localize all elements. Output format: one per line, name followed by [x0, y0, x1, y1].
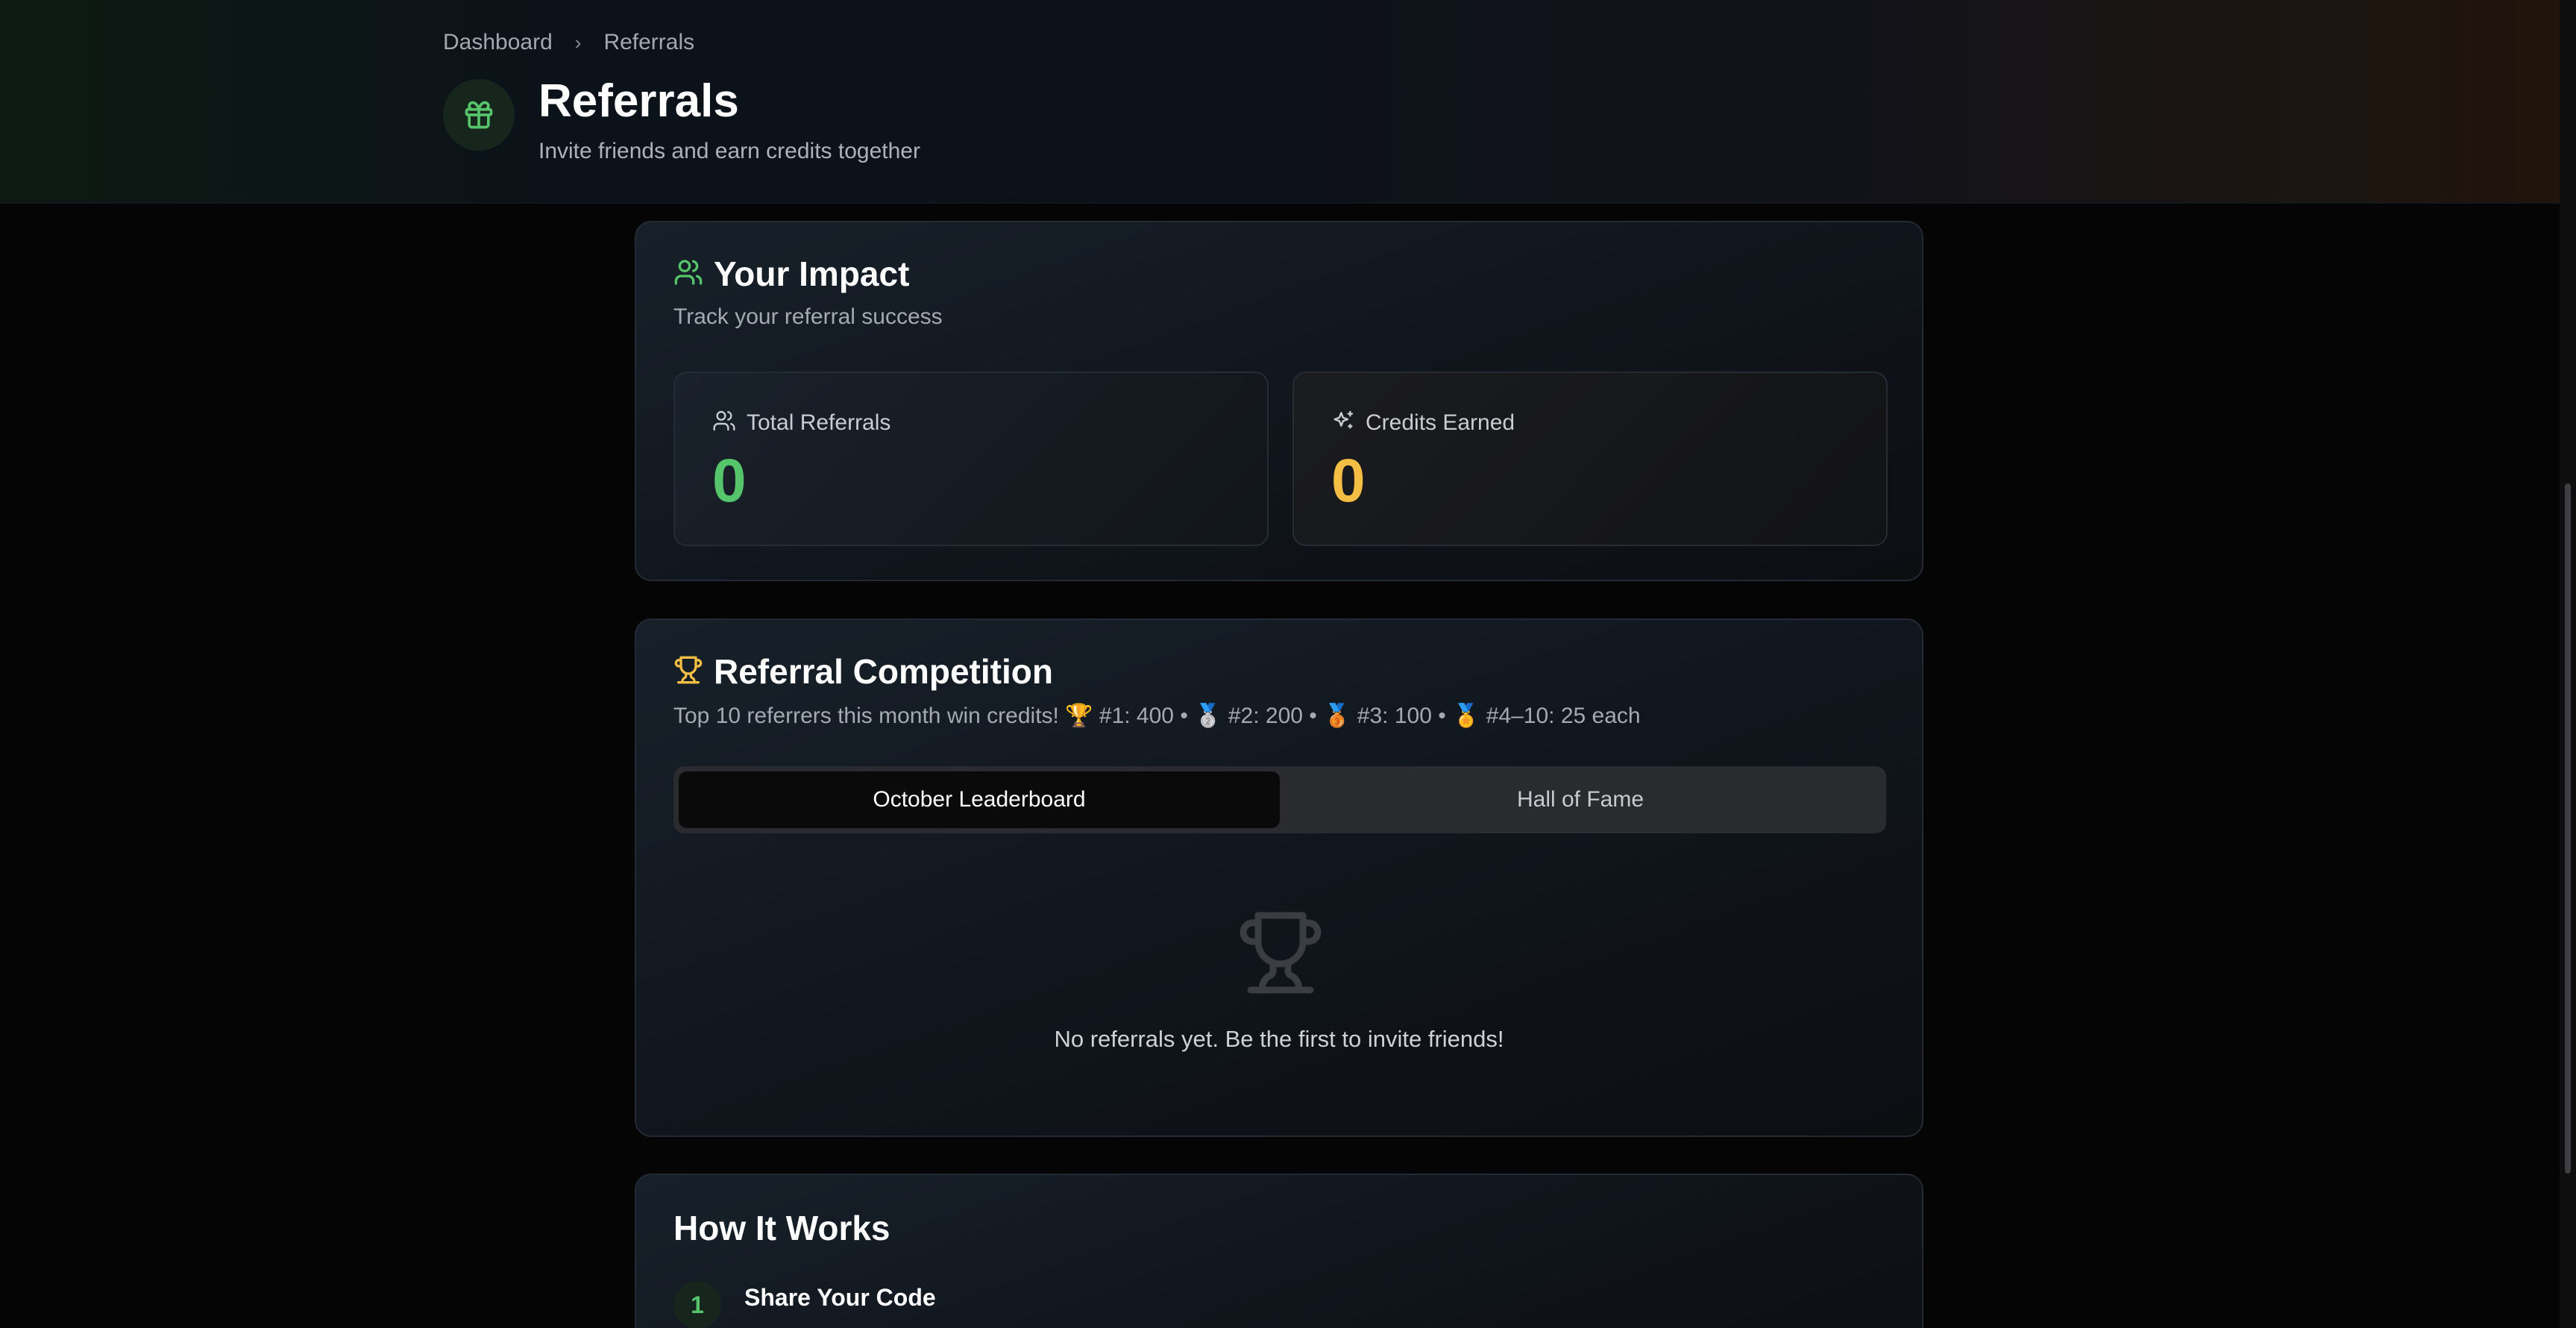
breadcrumb-current: Referrals — [603, 30, 695, 54]
page-subtitle: Invite friends and earn credits together — [538, 139, 920, 163]
page-scrollbar[interactable] — [2560, 0, 2576, 1328]
page-title: Referrals — [538, 75, 739, 127]
credits-earned-value: 0 — [1331, 447, 1366, 515]
breadcrumb: Dashboard › Referrals — [443, 30, 694, 55]
chevron-right-icon: › — [574, 31, 582, 54]
empty-state-message: No referrals yet. Be the first to invite… — [1054, 1026, 1504, 1052]
users-icon — [712, 409, 736, 436]
total-referrals-value: 0 — [712, 447, 747, 515]
total-referrals-stat: Total Referrals 0 — [673, 372, 1269, 546]
impact-subtitle: Track your referral success — [673, 304, 943, 329]
sparkles-icon — [1331, 409, 1355, 436]
how-it-works-card: How It Works 1 Share Your Code — [635, 1174, 1923, 1328]
trophy-icon — [1236, 908, 1325, 1001]
leaderboard-tabs: October Leaderboard Hall of Fame — [673, 766, 1886, 833]
gift-icon — [443, 79, 515, 151]
total-referrals-label: Total Referrals — [747, 410, 891, 435]
breadcrumb-dashboard-link[interactable]: Dashboard — [443, 30, 553, 55]
credits-earned-label: Credits Earned — [1366, 410, 1515, 435]
impact-title-row: Your Impact — [673, 254, 909, 294]
competition-card: Referral Competition Top 10 referrers th… — [635, 618, 1923, 1137]
competition-subtitle: Top 10 referrers this month win credits!… — [673, 704, 1641, 728]
users-icon — [673, 257, 703, 291]
impact-title: Your Impact — [714, 254, 910, 293]
competition-title: Referral Competition — [714, 652, 1053, 691]
trophy-icon — [673, 655, 703, 689]
tab-hall-of-fame[interactable]: Hall of Fame — [1280, 771, 1881, 828]
credits-earned-stat: Credits Earned 0 — [1292, 372, 1888, 546]
step-number: 1 — [673, 1281, 721, 1328]
how-it-works-title: How It Works — [673, 1209, 890, 1247]
tab-october-leaderboard[interactable]: October Leaderboard — [679, 771, 1280, 828]
scrollbar-thumb[interactable] — [2565, 483, 2571, 1174]
competition-title-row: Referral Competition — [673, 651, 1053, 692]
step-title: Share Your Code — [744, 1284, 936, 1311]
page-header: Dashboard › Referrals Referrals Invite f… — [0, 0, 2560, 204]
impact-card: Your Impact Track your referral success … — [635, 221, 1923, 581]
